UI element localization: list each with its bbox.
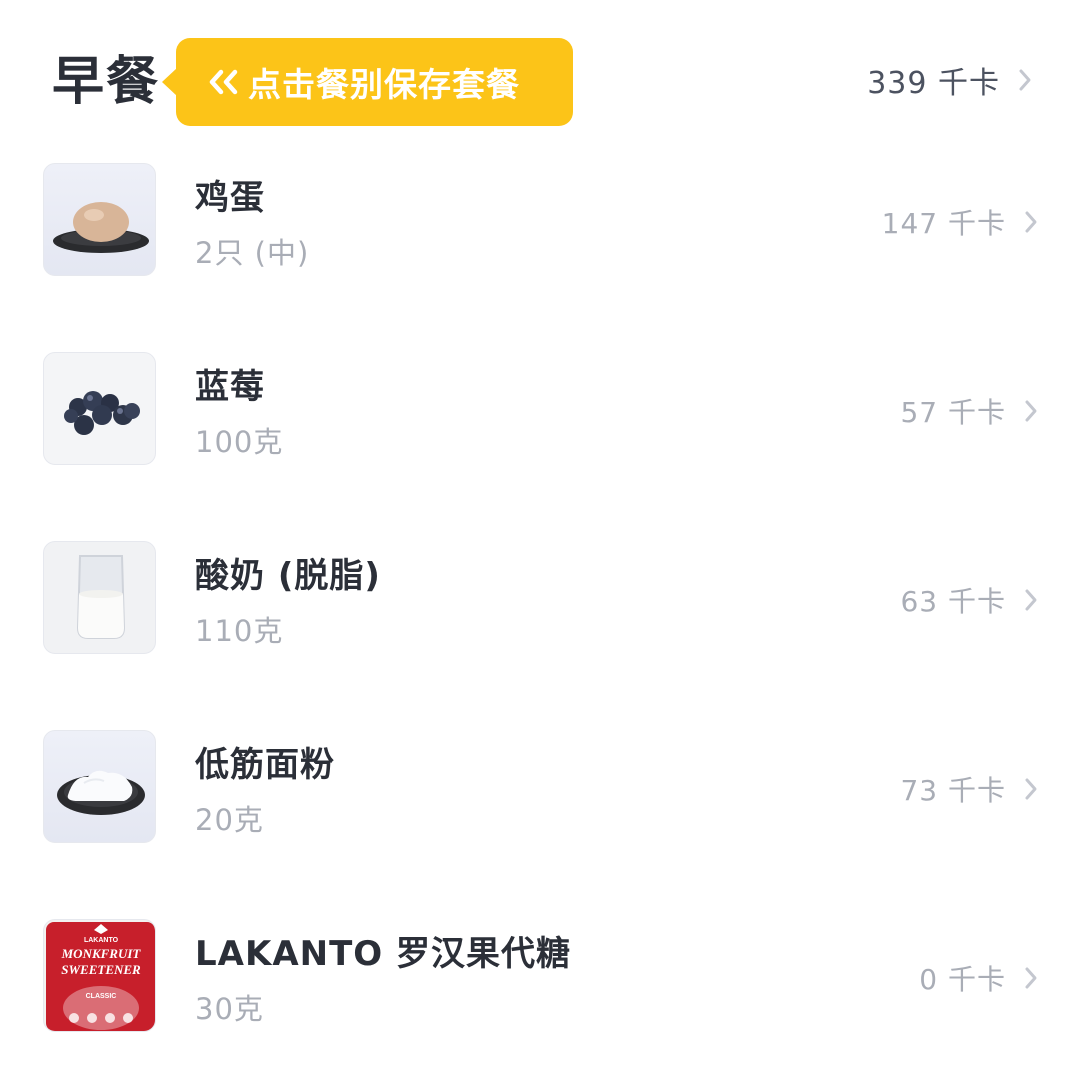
tooltip-text: 点击餐别保存套餐 xyxy=(248,65,520,104)
food-name: 蓝莓 xyxy=(195,367,265,407)
food-name: 酸奶 (脱脂) xyxy=(195,556,381,596)
meal-total-calories-value: 339 千卡 xyxy=(867,66,1000,101)
chevron-right-icon xyxy=(1019,69,1031,91)
food-quantity: 30克 xyxy=(195,992,264,1026)
food-name: 低筋面粉 xyxy=(195,745,335,785)
double-chevron-left-icon xyxy=(209,69,238,95)
svg-text:SWEETENER: SWEETENER xyxy=(61,962,141,977)
svg-text:MONKFRUIT: MONKFRUIT xyxy=(61,946,142,961)
chevron-right-icon xyxy=(1025,211,1037,233)
food-thumbnail-flour xyxy=(43,730,156,843)
food-calories-value: 63 千卡 xyxy=(900,585,1006,618)
chevron-right-icon xyxy=(1025,400,1037,422)
food-thumbnail-egg xyxy=(43,163,156,276)
food-thumbnail-blueberries xyxy=(43,352,156,465)
food-quantity: 100克 xyxy=(195,425,284,459)
food-row[interactable]: 酸奶 (脱脂) 110克 63 千卡 xyxy=(0,538,1080,658)
food-row[interactable]: LAKANTO MONKFRUIT SWEETENER CLASSIC LAKA… xyxy=(0,916,1080,1036)
svg-text:LAKANTO: LAKANTO xyxy=(84,937,119,944)
food-calories: 147 千卡 xyxy=(882,202,1038,242)
food-quantity: 2只 (中) xyxy=(195,236,310,270)
food-row[interactable]: 蓝莓 100克 57 千卡 xyxy=(0,349,1080,469)
food-calories: 73 千卡 xyxy=(900,769,1038,809)
food-calories-value: 0 千卡 xyxy=(919,963,1006,996)
food-calories: 63 千卡 xyxy=(900,580,1038,620)
svg-text:CLASSIC: CLASSIC xyxy=(86,993,117,1000)
food-quantity: 110克 xyxy=(195,614,284,648)
food-name: 鸡蛋 xyxy=(195,178,265,218)
meal-total-calories[interactable]: 339 千卡 xyxy=(867,58,1032,102)
food-row[interactable]: 鸡蛋 2只 (中) 147 千卡 xyxy=(0,160,1080,280)
food-calories-value: 73 千卡 xyxy=(900,774,1006,807)
food-calories-value: 57 千卡 xyxy=(900,396,1006,429)
food-calories: 57 千卡 xyxy=(900,391,1038,431)
food-thumbnail-lakanto: LAKANTO MONKFRUIT SWEETENER CLASSIC xyxy=(43,919,156,1032)
food-name: LAKANTO 罗汉果代糖 xyxy=(195,934,572,974)
food-calories-value: 147 千卡 xyxy=(881,207,1006,240)
chevron-right-icon xyxy=(1025,778,1037,800)
meal-title[interactable]: 早餐 xyxy=(52,50,160,114)
food-calories: 0 千卡 xyxy=(919,958,1038,998)
food-row[interactable]: 低筋面粉 20克 73 千卡 xyxy=(0,727,1080,847)
chevron-right-icon xyxy=(1025,589,1037,611)
food-quantity: 20克 xyxy=(195,803,264,837)
food-thumbnail-yogurt xyxy=(43,541,156,654)
save-meal-tooltip[interactable]: 点击餐别保存套餐 xyxy=(162,38,573,126)
meal-header: 早餐 点击餐别保存套餐 339 千卡 xyxy=(0,0,1080,130)
chevron-right-icon xyxy=(1025,967,1037,989)
